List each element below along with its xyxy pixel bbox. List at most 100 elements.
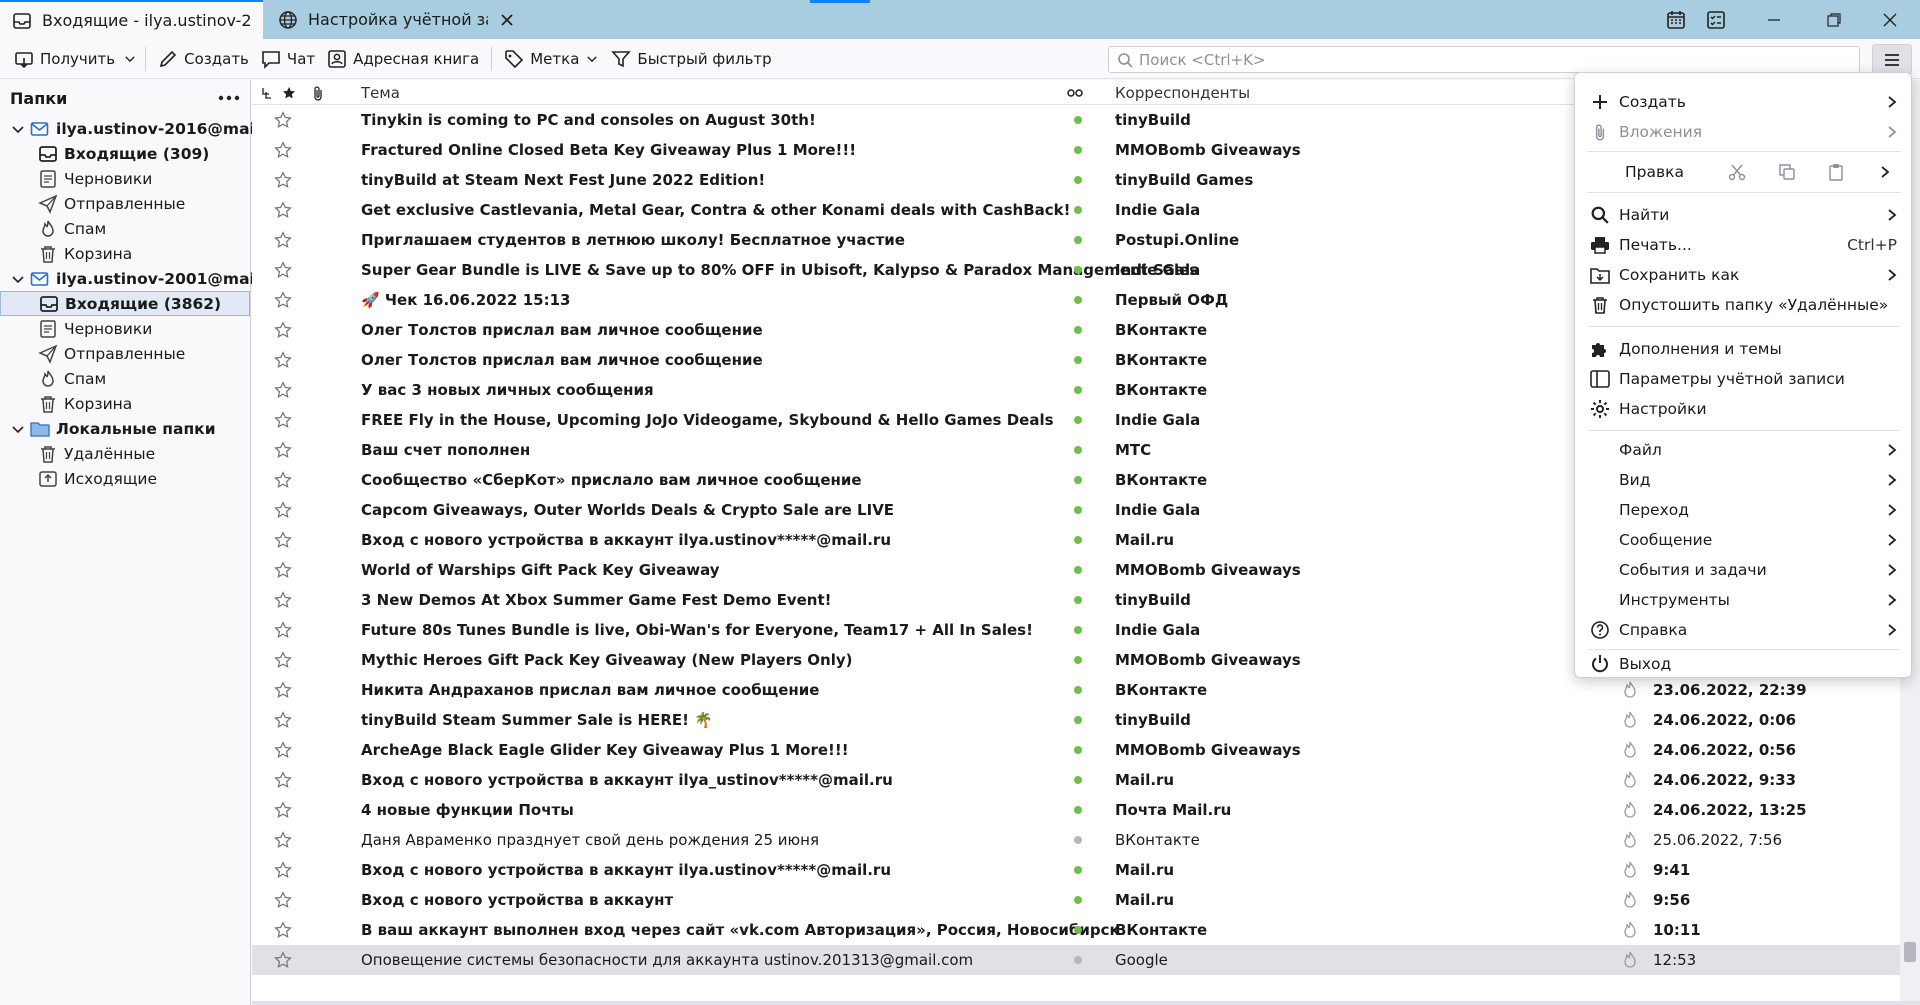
unread-status-icon[interactable] [1068, 585, 1088, 615]
star-icon[interactable] [274, 135, 296, 165]
unread-status-icon[interactable] [1068, 855, 1088, 885]
read-status-icon[interactable] [1068, 825, 1088, 855]
star-icon[interactable] [274, 285, 296, 315]
correspondents-column-header[interactable]: Корреспонденты [1115, 80, 1250, 105]
star-icon[interactable] [274, 585, 296, 615]
folder-item[interactable]: Черновики [0, 166, 250, 191]
folder-item[interactable]: Отправленные [0, 191, 250, 216]
menu-item-go[interactable]: Переход [1575, 495, 1913, 525]
paste-button[interactable] [1824, 160, 1848, 184]
junk-status-icon[interactable] [1622, 735, 1646, 765]
twisty-expanded-icon[interactable] [10, 121, 26, 137]
unread-status-icon[interactable] [1068, 495, 1088, 525]
star-icon[interactable] [274, 855, 296, 885]
junk-status-icon[interactable] [1622, 705, 1646, 735]
write-button[interactable]: Создать [152, 43, 255, 75]
star-icon[interactable] [274, 495, 296, 525]
star-icon[interactable] [274, 375, 296, 405]
unread-status-icon[interactable] [1068, 375, 1088, 405]
star-icon[interactable] [274, 645, 296, 675]
search-input[interactable]: Поиск <Ctrl+K> [1108, 46, 1860, 73]
get-messages-dropdown[interactable] [121, 43, 139, 75]
menu-item-events[interactable]: События и задачи [1575, 555, 1913, 585]
unread-status-icon[interactable] [1068, 105, 1088, 135]
menu-item-create[interactable]: Создать [1575, 87, 1913, 117]
scrollbar-thumb[interactable] [1904, 942, 1916, 962]
twisty-expanded-icon[interactable] [10, 271, 26, 287]
tag-button[interactable]: Метка [498, 43, 605, 75]
unread-status-icon[interactable] [1068, 555, 1088, 585]
window-close-button[interactable] [1870, 0, 1910, 39]
message-row[interactable]: tinyBuild Steam Summer Sale is HERE! 🌴 ti… [252, 705, 1920, 735]
star-icon[interactable] [274, 795, 296, 825]
folder-account[interactable]: ilya.ustinov-2016@mail.ru [0, 116, 285, 141]
junk-status-icon[interactable] [1622, 915, 1646, 945]
unread-status-icon[interactable] [1068, 675, 1088, 705]
star-icon[interactable] [274, 345, 296, 375]
star-icon[interactable] [274, 525, 296, 555]
read-column-header[interactable] [1067, 80, 1083, 105]
more-icon[interactable] [218, 94, 240, 102]
junk-status-icon[interactable] [1622, 885, 1646, 915]
unread-status-icon[interactable] [1068, 435, 1088, 465]
unread-status-icon[interactable] [1068, 915, 1088, 945]
star-icon[interactable] [274, 435, 296, 465]
menu-item-view[interactable]: Вид [1575, 465, 1913, 495]
menu-item-settings[interactable]: Настройки [1575, 394, 1913, 424]
star-icon[interactable] [274, 315, 296, 345]
star-icon[interactable] [274, 255, 296, 285]
app-menu-button[interactable] [1872, 44, 1912, 75]
unread-status-icon[interactable] [1068, 795, 1088, 825]
folder-item[interactable]: Входящие (309) [0, 141, 250, 166]
pane-splitter[interactable] [252, 1001, 1920, 1005]
cut-button[interactable] [1725, 160, 1749, 184]
message-row[interactable]: Вход с нового устройства в аккаунт Mail.r… [252, 885, 1920, 915]
star-icon[interactable] [274, 675, 296, 705]
menu-item-empty-trash[interactable]: Опустошить папку «Удалённые» [1575, 290, 1913, 320]
menu-item-file[interactable]: Файл [1575, 435, 1913, 465]
message-row[interactable]: Оповещение системы безопасности для акка… [252, 945, 1920, 975]
unread-status-icon[interactable] [1068, 705, 1088, 735]
unread-status-icon[interactable] [1068, 765, 1088, 795]
folder-item[interactable]: Спам [0, 366, 250, 391]
twisty-expanded-icon[interactable] [10, 421, 26, 437]
folder-item[interactable]: Спам [0, 216, 250, 241]
thread-column-header[interactable] [260, 80, 272, 105]
star-icon[interactable] [274, 105, 296, 135]
folder-item[interactable]: Корзина [0, 241, 250, 266]
message-row[interactable]: Вход с нового устройства в аккаунт ilya_… [252, 765, 1920, 795]
unread-status-icon[interactable] [1068, 465, 1088, 495]
unread-status-icon[interactable] [1068, 525, 1088, 555]
unread-status-icon[interactable] [1068, 735, 1088, 765]
menu-item-tools[interactable]: Инструменты [1575, 585, 1913, 615]
star-icon[interactable] [274, 915, 296, 945]
junk-status-icon[interactable] [1622, 945, 1646, 975]
subject-column-header[interactable]: Тема [361, 80, 400, 105]
menu-item-account-settings[interactable]: Параметры учётной записи [1575, 364, 1913, 394]
message-row[interactable]: Вход с нового устройства в аккаунт ilya.… [252, 855, 1920, 885]
attachment-column-header[interactable] [312, 80, 324, 105]
menu-item-save-as[interactable]: Сохранить как [1575, 260, 1913, 290]
quick-filter-button[interactable]: Быстрый фильтр [605, 43, 777, 75]
folder-item[interactable]: Входящие (3862) [0, 291, 250, 316]
star-icon[interactable] [274, 885, 296, 915]
star-icon[interactable] [274, 405, 296, 435]
star-icon[interactable] [274, 465, 296, 495]
menu-item-print[interactable]: Печать... Ctrl+P [1575, 230, 1913, 260]
message-row[interactable]: В ваш аккаунт выполнен вход через сайт «… [252, 915, 1920, 945]
folder-item[interactable]: Исходящие [0, 466, 250, 491]
unread-status-icon[interactable] [1068, 195, 1088, 225]
tab-account-settings[interactable]: Настройка учётной записи [266, 0, 528, 39]
star-icon[interactable] [274, 615, 296, 645]
message-row[interactable]: Даня Авраменко празднует свой день рожде… [252, 825, 1920, 855]
menu-item-find[interactable]: Найти [1575, 200, 1913, 230]
minimize-button[interactable] [1754, 0, 1794, 39]
folder-item[interactable]: Отправленные [0, 341, 250, 366]
message-row[interactable]: Никита Андраханов прислал вам личное соо… [252, 675, 1920, 705]
unread-status-icon[interactable] [1068, 405, 1088, 435]
menu-item-message[interactable]: Сообщение [1575, 525, 1913, 555]
star-column-header[interactable] [282, 80, 296, 105]
calendar-button[interactable] [1656, 0, 1696, 39]
junk-status-icon[interactable] [1622, 825, 1646, 855]
unread-status-icon[interactable] [1068, 645, 1088, 675]
